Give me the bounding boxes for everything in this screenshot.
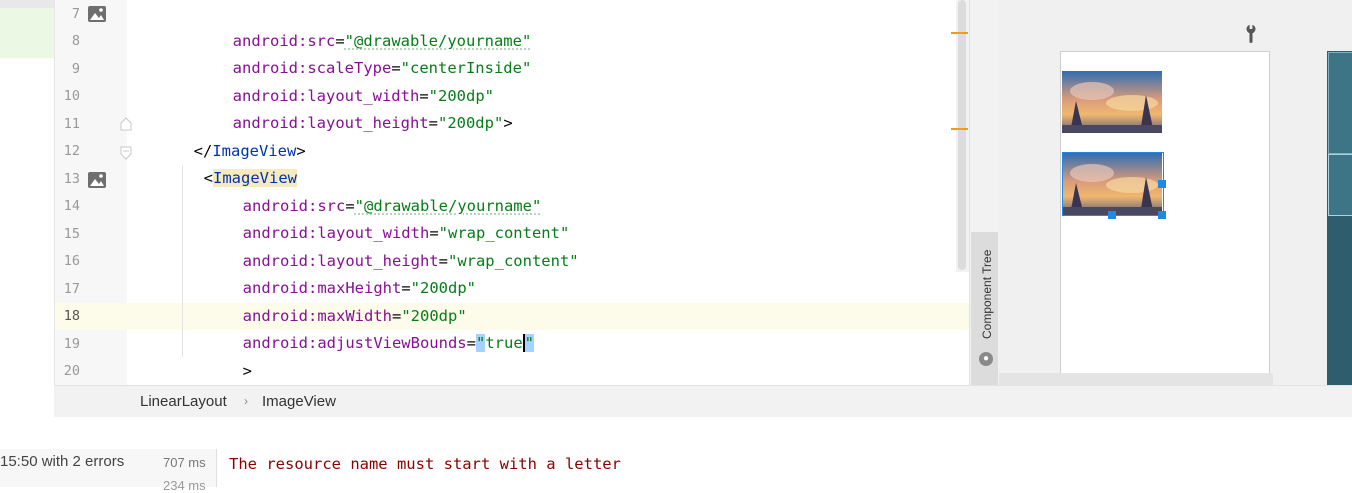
code-line-11: </ImageView> [175, 111, 306, 138]
resize-handle-corner[interactable] [1158, 211, 1166, 219]
breadcrumb-separator: › [244, 394, 248, 408]
left-tool-strip [0, 0, 55, 415]
breadcrumb-item-imageview[interactable]: ImageView [262, 393, 336, 410]
line-number: 19 [55, 331, 80, 358]
xml-attribute: android:adjustViewBounds [243, 334, 467, 352]
breadcrumb [54, 385, 1352, 418]
line-number: 16 [55, 248, 80, 275]
wrench-icon[interactable] [1243, 24, 1259, 44]
tag-close: > [503, 114, 512, 132]
globe-icon: ● [979, 352, 993, 366]
line-number: 15 [55, 221, 80, 248]
line-number: 12 [55, 138, 80, 165]
fold-icon[interactable] [120, 117, 132, 131]
xml-value: "200dp" [438, 114, 503, 132]
component-tree-label[interactable]: Component Tree [976, 238, 998, 350]
left-strip-highlight [0, 8, 54, 58]
code-line-13: android:src="@drawable/yourname" [224, 166, 541, 193]
equals: = [467, 334, 476, 352]
equals: = [429, 114, 438, 132]
code-line-14: android:layout_width="wrap_content" [224, 193, 569, 220]
resize-handle-bottom[interactable] [1108, 211, 1116, 219]
code-line-16: android:maxHeight="200dp" [224, 248, 476, 275]
blueprint-image-outline [1328, 154, 1352, 216]
blueprint-image-outline [1328, 52, 1352, 154]
image-gutter-icon[interactable] [87, 5, 107, 23]
line-number: 8 [55, 28, 80, 55]
line-number: 20 [55, 358, 80, 385]
line-number: 14 [55, 193, 80, 220]
tag-close: > [296, 142, 305, 160]
line-number: 13 [55, 166, 80, 193]
code-line-10: android:layout_height="200dp"> [214, 83, 513, 110]
fold-icon[interactable] [120, 146, 132, 160]
left-strip-header [0, 0, 54, 8]
image-view-preview[interactable] [1062, 71, 1162, 133]
line-number: 7 [55, 1, 80, 28]
tag-open: < [204, 169, 213, 187]
selected-quote: " [476, 334, 485, 352]
warning-marker[interactable] [951, 32, 968, 34]
line-number: 10 [55, 83, 80, 110]
warning-marker[interactable] [951, 128, 968, 130]
indent-guide [182, 165, 183, 357]
build-duration: 707 ms [163, 455, 206, 470]
selected-quote: " [525, 334, 534, 352]
code-line-15: android:layout_height="wrap_content" [224, 221, 579, 248]
resize-handle-right[interactable] [1158, 180, 1166, 188]
code-line-9: android:layout_width="200dp" [214, 56, 494, 83]
breadcrumb-item-linearlayout[interactable]: LinearLayout [140, 393, 227, 410]
line-number-current: 18 [55, 303, 80, 330]
code-line-19: > [224, 331, 252, 358]
code-line-8: android:scaleType="centerInside" [214, 28, 531, 55]
image-gutter-icon[interactable] [87, 171, 107, 189]
line-number: 11 [55, 111, 80, 138]
editor-scrollbar-thumb[interactable] [958, 0, 966, 270]
design-horizontal-scrollbar[interactable] [999, 373, 1273, 385]
tag-close: > [243, 362, 252, 380]
error-message[interactable]: The resource name must start with a lett… [229, 455, 621, 473]
line-number: 17 [55, 276, 80, 303]
line-number: 9 [55, 56, 80, 83]
xml-value: true [485, 334, 524, 352]
code-line-17: android:maxWidth="200dp" [224, 276, 467, 303]
code-line-7: android:src="@drawable/yourname" [214, 1, 531, 28]
code-line-18: android:adjustViewBounds="true " [224, 303, 534, 330]
selection-outline [1062, 152, 1164, 216]
build-status[interactable]: 15:50 with 2 errors [0, 453, 124, 470]
code-line-12: <ImageView [185, 138, 297, 165]
build-duration: 234 ms [163, 478, 206, 493]
